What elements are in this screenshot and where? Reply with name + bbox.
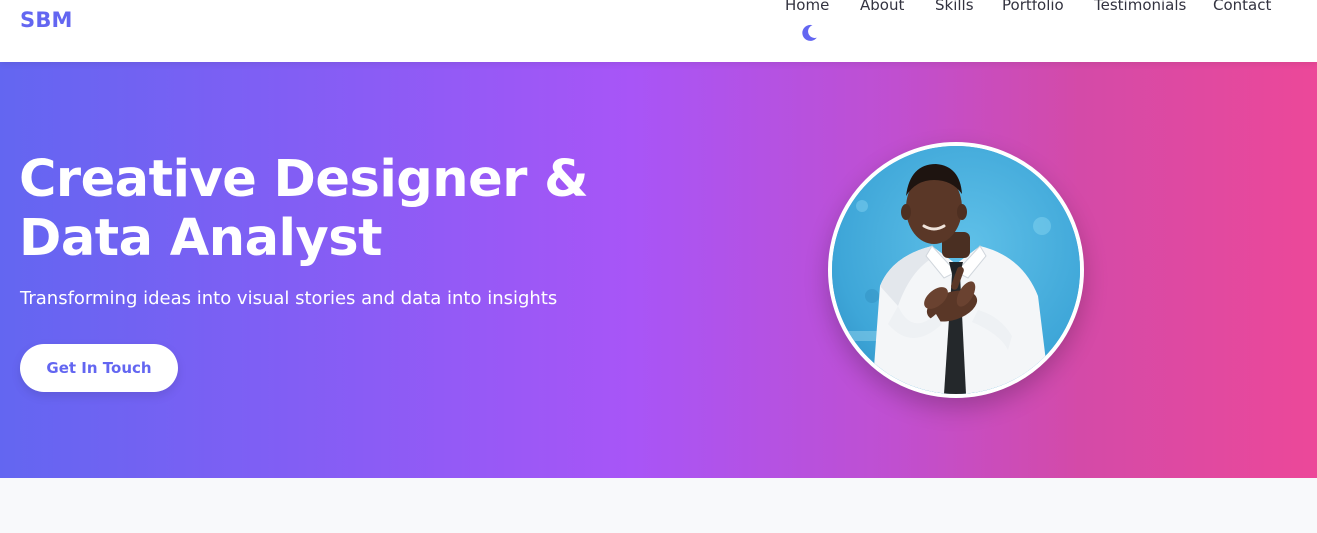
nav-link-home[interactable]: Home — [785, 0, 829, 14]
profile-avatar — [828, 142, 1084, 398]
theme-toggle-button[interactable] — [798, 22, 820, 44]
nav-links: Home About Skills Portfolio Testimonials… — [0, 0, 1317, 20]
next-section-background — [0, 478, 1317, 533]
profile-photo — [832, 146, 1080, 394]
hero-title-line-2: Data Analyst — [19, 209, 382, 268]
nav-link-about[interactable]: About — [860, 0, 904, 14]
nav-link-testimonials[interactable]: Testimonials — [1094, 0, 1186, 14]
navbar: SBM Home About Skills Portfolio Testimon… — [0, 0, 1317, 62]
get-in-touch-button[interactable]: Get In Touch — [20, 344, 178, 392]
hero-section: Creative Designer & Data Analyst Transfo… — [0, 62, 1317, 478]
hero-title-line-1: Creative Designer & — [19, 150, 589, 209]
moon-icon — [802, 24, 817, 41]
hero-title: Creative Designer & Data Analyst — [19, 150, 719, 268]
nav-link-contact[interactable]: Contact — [1213, 0, 1271, 14]
nav-link-portfolio[interactable]: Portfolio — [1002, 0, 1064, 14]
nav-link-skills[interactable]: Skills — [935, 0, 974, 14]
hero-subtitle: Transforming ideas into visual stories a… — [20, 288, 558, 309]
